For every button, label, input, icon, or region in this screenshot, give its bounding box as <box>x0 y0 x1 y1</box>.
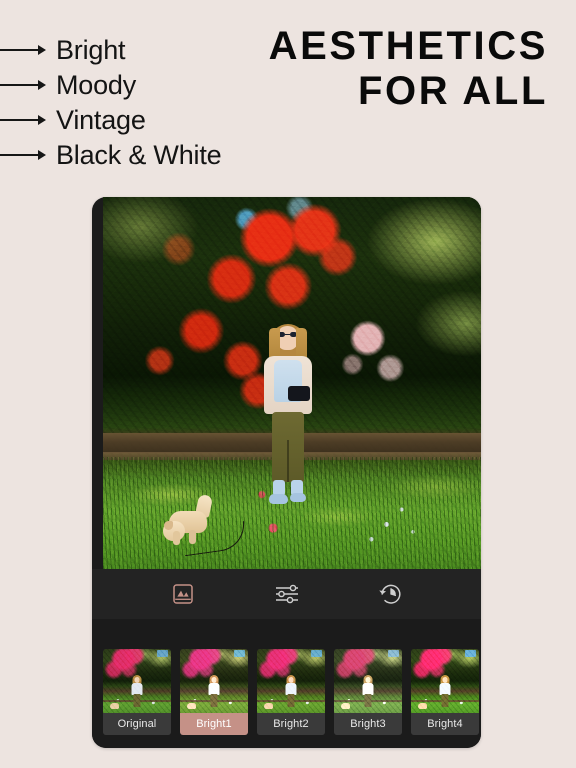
filter-label: Original <box>103 713 171 735</box>
feature-row-black-and-white: Black & White <box>0 137 300 172</box>
filter-item-bright4[interactable]: Bright4 <box>411 649 479 735</box>
filters-tool-button[interactable] <box>166 577 200 611</box>
arrow-right-icon <box>0 148 46 162</box>
feature-label-black-and-white: Black & White <box>56 139 222 170</box>
filter-label: Bright2 <box>257 713 325 735</box>
filter-item-bright2[interactable]: Bright2 <box>257 649 325 735</box>
filter-thumbnail <box>257 649 325 713</box>
filter-label: Bright4 <box>411 713 479 735</box>
editor-toolbar <box>92 569 481 619</box>
filter-presets-strip[interactable]: Original Bright1 Bright2 Bright3 Bright4 <box>103 649 481 737</box>
filter-thumbnail <box>103 649 171 713</box>
feature-label-bright: Bright <box>56 34 126 65</box>
arrow-right-icon <box>0 78 46 92</box>
filter-thumbnail <box>334 649 402 713</box>
filter-label: Bright3 <box>334 713 402 735</box>
photo-editor-app-frame: Original Bright1 Bright2 Bright3 Bright4 <box>92 197 481 748</box>
adjust-tool-button[interactable] <box>270 577 304 611</box>
sliders-icon <box>275 584 298 604</box>
feature-row-moody: Moody <box>0 67 300 102</box>
headline: AESTHETICS FOR ALL <box>269 24 548 114</box>
filter-thumbnail <box>411 649 479 713</box>
filters-panel: Original Bright1 Bright2 Bright3 Bright4 <box>92 619 481 748</box>
feature-row-vintage: Vintage <box>0 102 300 137</box>
feature-row-bright: Bright <box>0 32 300 67</box>
filter-thumbnail <box>180 649 248 713</box>
history-tool-button[interactable] <box>374 577 408 611</box>
filter-item-bright1[interactable]: Bright1 <box>180 649 248 735</box>
feature-list: Bright Moody Vintage Black & White <box>0 32 300 172</box>
photo-icon <box>172 584 193 604</box>
history-clock-icon <box>378 584 400 604</box>
filter-item-original[interactable]: Original <box>103 649 171 735</box>
feature-label-moody: Moody <box>56 69 137 100</box>
promo-header: Bright Moody Vintage Black & White AESTH… <box>0 0 576 197</box>
filter-item-bright3[interactable]: Bright3 <box>334 649 402 735</box>
arrow-right-icon <box>0 43 46 57</box>
person-subject <box>254 320 322 569</box>
dog-subject <box>163 493 249 556</box>
filter-label: Bright1 <box>180 713 248 735</box>
sunglasses-icon <box>278 331 298 337</box>
photo-preview[interactable] <box>103 197 481 569</box>
headline-line-1: AESTHETICS <box>268 24 548 68</box>
headline-line-2: FOR ALL <box>357 69 548 113</box>
arrow-right-icon <box>0 113 46 127</box>
feature-label-vintage: Vintage <box>56 104 146 135</box>
